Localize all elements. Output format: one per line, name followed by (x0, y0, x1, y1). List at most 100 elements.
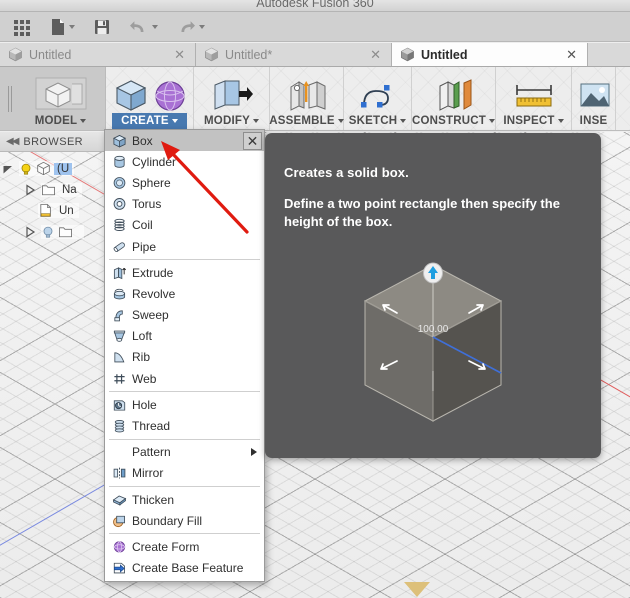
expand-triangle-icon[interactable] (0, 163, 16, 175)
menu-item-box[interactable]: Box ✕ (105, 130, 264, 152)
document-tab-2[interactable]: Untitled* ✕ (196, 43, 392, 66)
menu-item-create-base-feature[interactable]: Create Base Feature (105, 558, 264, 579)
menu-item-rib[interactable]: Rib (105, 347, 264, 368)
mirror-icon (110, 465, 128, 481)
menu-item-label: Boundary Fill (132, 513, 203, 528)
menu-item-pattern[interactable]: Pattern (105, 442, 264, 463)
save-icon[interactable] (89, 12, 115, 42)
menu-separator (109, 259, 260, 261)
folder-icon (42, 184, 55, 195)
ribbon-panel-label: INSE (578, 113, 609, 130)
document-tab-1[interactable]: Untitled ✕ (0, 43, 196, 66)
apps-grid-icon[interactable] (8, 12, 36, 42)
menu-item-sphere[interactable]: Sphere (105, 172, 264, 193)
menu-item-create-form[interactable]: Create Form (105, 536, 264, 557)
menu-separator (109, 438, 260, 440)
extrude-icon (110, 265, 128, 281)
menu-item-thicken[interactable]: Thicken (105, 489, 264, 510)
dimension-label: 100.00 (418, 324, 449, 335)
menu-item-label: Create Base Feature (132, 561, 244, 576)
menu-item-loft[interactable]: Loft (105, 326, 264, 347)
menu-item-pipe[interactable]: Pipe (105, 236, 264, 257)
close-icon[interactable]: ✕ (368, 48, 383, 61)
tree-node-units[interactable]: Un (0, 200, 104, 221)
ribbon-panel-model[interactable]: MODEL (16, 67, 106, 130)
ribbon-label-text: CREATE (121, 115, 169, 127)
chevron-down-icon (337, 119, 344, 123)
fusion360-window: Autodesk Fusion 360 Untitled ✕ Untitled*… (0, 0, 630, 598)
menu-item-extrude[interactable]: Extrude (105, 262, 264, 283)
ribbon-panel-inspect[interactable]: INSPECT (496, 67, 572, 130)
assemble-icon (290, 81, 325, 111)
menu-item-label: Thread (132, 419, 171, 434)
cylinder-icon (110, 154, 128, 170)
menu-item-sweep[interactable]: Sweep (105, 305, 264, 326)
browser-panel: ◀◀ BROWSER (U Na Un (0, 132, 104, 598)
ribbon-panel-create[interactable]: CREATE (106, 67, 194, 130)
tree-node-bodies[interactable] (0, 221, 104, 242)
menu-item-hole[interactable]: Hole (105, 394, 264, 415)
redo-icon[interactable] (172, 12, 209, 42)
ribbon-label-text: INSE (579, 115, 608, 127)
ribbon-panel-label: ASSEMBLE (269, 113, 344, 130)
construct-icon (439, 79, 471, 111)
chevron-down-icon (69, 24, 75, 29)
thread-icon (110, 418, 128, 434)
ribbon-panel-label: SKETCH (348, 113, 407, 130)
sweep-icon (110, 307, 128, 323)
collapse-triangle-icon[interactable] (22, 183, 38, 196)
ribbon-panel-sketch[interactable]: SKETCH (344, 67, 412, 130)
revolve-icon (110, 286, 128, 302)
ribbon-label-text: CONSTRUCT (412, 115, 486, 127)
menu-item-web[interactable]: Web (105, 368, 264, 389)
menu-item-label: Web (132, 371, 157, 386)
close-icon[interactable]: ✕ (172, 48, 187, 61)
submenu-arrow-icon (251, 448, 257, 457)
lightbulb-off-icon[interactable] (41, 225, 55, 239)
create-dropdown-menu: Box ✕ Cylinder Sphere Torus Coil Pipe Ex… (104, 129, 265, 582)
document-tab-label: Untitled (421, 47, 468, 62)
tree-node-root[interactable]: (U (0, 158, 104, 179)
ribbon-panel-label: CREATE (112, 113, 187, 130)
close-icon[interactable]: ✕ (564, 48, 579, 61)
ribbon-panel-label: CONSTRUCT (412, 113, 495, 130)
menu-item-label: Sphere (132, 175, 171, 190)
ribbon-label-text: SKETCH (348, 115, 398, 127)
pipe-icon (110, 239, 128, 255)
command-tooltip-panel: Creates a solid box. Define a two point … (265, 133, 601, 458)
close-icon[interactable]: ✕ (243, 132, 262, 150)
menu-item-boundary-fill[interactable]: Boundary Fill (105, 510, 264, 531)
menu-item-cylinder[interactable]: Cylinder (105, 151, 264, 172)
new-file-icon[interactable] (46, 12, 79, 42)
browser-title: BROWSER (23, 135, 84, 148)
document-tab-3[interactable]: Untitled ✕ (392, 43, 588, 66)
ribbon-label-text: MODEL (34, 115, 78, 127)
blank-icon (110, 444, 128, 460)
browser-header[interactable]: ◀◀ BROWSER (0, 132, 104, 152)
collapse-left-icon[interactable]: ◀◀ (6, 136, 19, 147)
tree-node-named-views[interactable]: Na (0, 179, 104, 200)
menu-item-coil[interactable]: Coil (105, 215, 264, 236)
ribbon-toolbar: MODEL CREATE MODIFY ASSEMBLE SKETCH CONS… (0, 67, 630, 131)
menu-item-mirror[interactable]: Mirror (105, 463, 264, 484)
lightbulb-on-icon[interactable] (19, 162, 33, 176)
ribbon-panel-modify[interactable]: MODIFY (194, 67, 270, 130)
inspect-icon (515, 85, 552, 107)
ribbon-panel-insert[interactable]: INSE (572, 67, 616, 130)
menu-item-revolve[interactable]: Revolve (105, 283, 264, 304)
ribbon-panel-assemble[interactable]: ASSEMBLE (269, 67, 344, 130)
ribbon-panel-label: MODIFY (200, 113, 263, 130)
menu-item-label: Mirror (132, 466, 164, 481)
document-tab-label: Untitled (29, 47, 72, 62)
loft-icon (110, 328, 128, 344)
undo-icon[interactable] (125, 12, 162, 42)
menu-item-label: Rib (132, 350, 151, 365)
menu-separator (109, 486, 260, 487)
menu-item-thread[interactable]: Thread (105, 415, 264, 436)
boundary-fill-icon (110, 513, 128, 529)
menu-item-torus[interactable]: Torus (105, 194, 264, 215)
chevron-down-icon (557, 119, 564, 123)
collapse-triangle-icon[interactable] (22, 225, 38, 238)
ribbon-panel-construct[interactable]: CONSTRUCT (412, 67, 496, 130)
ribbon-grip[interactable] (0, 67, 16, 130)
